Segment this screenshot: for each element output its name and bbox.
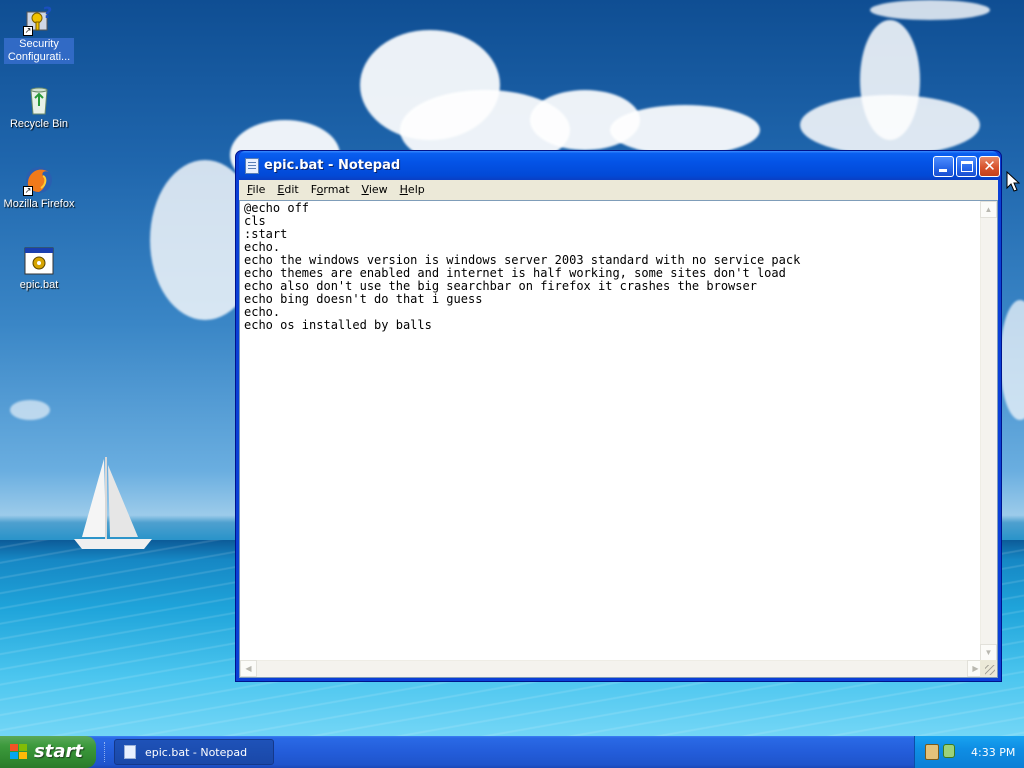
taskbar-grip[interactable] xyxy=(104,742,108,762)
wallpaper-cloud xyxy=(800,95,980,155)
tray-network-icon[interactable] xyxy=(943,744,955,758)
minimize-button[interactable] xyxy=(933,156,954,177)
scroll-left-button[interactable]: ◀ xyxy=(240,660,257,677)
desktop-icon-label: Recycle Bin xyxy=(9,118,69,130)
start-label: start xyxy=(34,741,83,762)
wallpaper-cloud xyxy=(10,400,50,420)
tray-security-icon[interactable] xyxy=(925,744,939,760)
resize-grip[interactable] xyxy=(980,660,997,677)
notepad-icon xyxy=(245,158,259,174)
taskbar: start epic.bat - Notepad 4:33 PM xyxy=(0,736,1024,768)
horizontal-scrollbar[interactable]: ◀ ▶ xyxy=(240,660,984,677)
menu-format[interactable]: Format xyxy=(305,181,356,199)
mouse-cursor-icon xyxy=(1006,171,1020,192)
menu-label: ile xyxy=(252,183,266,196)
close-icon: ✕ xyxy=(983,157,996,175)
windows-logo-icon xyxy=(10,744,28,760)
wallpaper-cloud xyxy=(870,0,990,20)
menu-accel: V xyxy=(361,183,369,196)
menu-view[interactable]: View xyxy=(356,181,394,199)
minimize-icon xyxy=(939,169,947,172)
window-titlebar[interactable]: epic.bat - Notepad ✕ xyxy=(239,151,1000,180)
scroll-up-button[interactable]: ▲ xyxy=(980,201,997,218)
sailboat xyxy=(74,457,152,549)
maximize-icon xyxy=(961,161,973,172)
desktop-icon-label: epic.bat xyxy=(19,279,59,291)
wallpaper-cloud xyxy=(610,105,760,155)
desktop-icon-mozilla-firefox[interactable]: ↗ Mozilla Firefox xyxy=(1,164,77,211)
taskbar-button-notepad[interactable]: epic.bat - Notepad xyxy=(114,739,274,765)
batch-file-icon xyxy=(23,245,55,277)
shortcut-arrow-icon: ↗ xyxy=(23,186,33,196)
tray-clock[interactable]: 4:33 PM xyxy=(971,746,1015,759)
menu-bar: File Edit Format View Help xyxy=(239,180,998,200)
close-button[interactable]: ✕ xyxy=(979,156,1000,177)
notepad-window[interactable]: epic.bat - Notepad ✕ File Edit Format Vi… xyxy=(235,150,1002,682)
desktop-icon-epic-bat[interactable]: epic.bat xyxy=(1,245,77,292)
recycle-bin-icon xyxy=(23,84,55,116)
editor-area: @echo off cls :start echo. echo the wind… xyxy=(239,200,998,678)
menu-label: iew xyxy=(368,183,388,196)
menu-help[interactable]: Help xyxy=(394,181,431,199)
desktop-icon-security-configuration[interactable]: ? ↗ Security Configurati... xyxy=(1,3,77,64)
vertical-scrollbar[interactable]: ▲ ▼ xyxy=(980,201,997,661)
desktop-icon-recycle-bin[interactable]: Recycle Bin xyxy=(1,84,77,131)
firefox-icon: ↗ xyxy=(23,164,55,196)
menu-file[interactable]: File xyxy=(241,181,271,199)
scroll-down-button[interactable]: ▼ xyxy=(980,644,997,661)
notepad-icon xyxy=(124,745,136,759)
shortcut-arrow-icon: ↗ xyxy=(23,26,33,36)
menu-edit[interactable]: Edit xyxy=(271,181,304,199)
taskbar-button-label: epic.bat - Notepad xyxy=(145,746,248,759)
desktop-icon-label: Security Configurati... xyxy=(4,38,74,64)
menu-label: elp xyxy=(407,183,425,196)
svg-text:?: ? xyxy=(43,4,52,22)
system-tray: 4:33 PM xyxy=(914,736,1024,768)
menu-accel: H xyxy=(399,183,408,196)
desktop-icon-label: Mozilla Firefox xyxy=(3,198,75,210)
window-title: epic.bat - Notepad xyxy=(264,158,401,173)
start-button[interactable]: start xyxy=(0,736,96,768)
security-config-icon: ? ↗ xyxy=(23,3,55,36)
menu-label: dit xyxy=(284,183,299,196)
text-editor[interactable]: @echo off cls :start echo. echo the wind… xyxy=(240,201,986,661)
maximize-button[interactable] xyxy=(956,156,977,177)
menu-label: rmat xyxy=(323,183,350,196)
